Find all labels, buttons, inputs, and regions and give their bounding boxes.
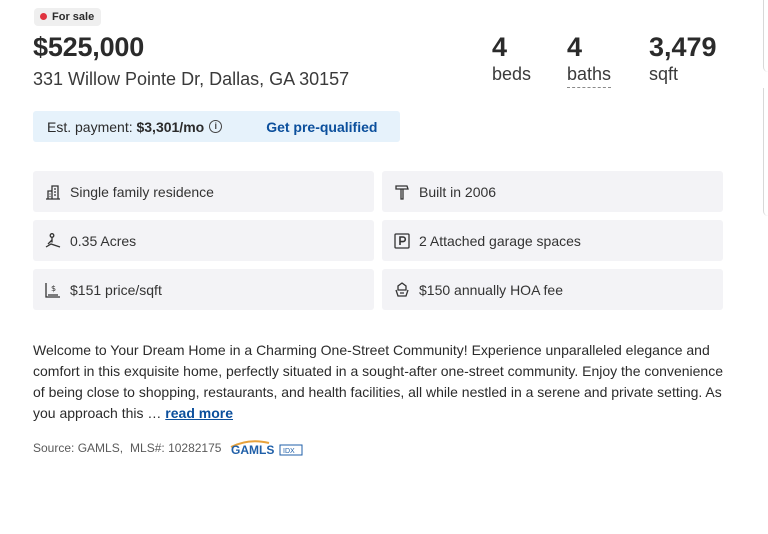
side-panel-edge (763, 0, 768, 72)
stat-baths[interactable]: 4 baths (567, 32, 649, 88)
listing-summary: For sale $525,000 331 Willow Pointe Dr, … (33, 7, 723, 457)
payment-prefix: Est. payment: (47, 118, 137, 135)
side-panel-edge (763, 88, 768, 216)
facts-grid: Single family residence Built in 2006 0.… (33, 171, 723, 310)
description-text: Welcome to Your Dream Home in a Charming… (33, 342, 723, 421)
fact-item: $150 annually HOA fee (382, 269, 723, 310)
info-icon[interactable]: i (209, 120, 223, 133)
stat-beds-label: beds (492, 63, 532, 84)
fact-item: $ $151 price/sqft (33, 269, 374, 310)
listing-description: Welcome to Your Dream Home in a Charming… (33, 340, 728, 424)
parking-icon (392, 231, 412, 251)
get-prequalified-link[interactable]: Get pre-qualified (266, 119, 377, 135)
acres-icon (43, 231, 63, 251)
building-icon (43, 182, 63, 202)
hammer-icon (392, 182, 412, 202)
stats: 4 beds 4 baths 3,479 sqft (492, 32, 717, 88)
status-dot-icon (40, 13, 47, 20)
stat-beds-value: 4 (492, 31, 508, 62)
payment-bar: Est. payment: $3,301/mo i Get pre-qualif… (33, 111, 400, 142)
fact-item: Built in 2006 (382, 171, 723, 212)
fact-text: 2 Attached garage spaces (419, 232, 581, 249)
fact-item: 2 Attached garage spaces (382, 220, 723, 261)
payment-estimate: Est. payment: $3,301/mo (47, 119, 204, 135)
stat-beds: 4 beds (492, 32, 567, 88)
status-badge: For sale (34, 7, 102, 26)
payment-amount: $3,301/mo (136, 118, 205, 135)
svg-text:$: $ (51, 284, 56, 293)
fact-text: Single family residence (70, 183, 214, 200)
status-label: For sale (52, 10, 95, 23)
mls-number: MLS#: 10282175 (130, 441, 222, 455)
stat-baths-label[interactable]: baths (567, 63, 612, 88)
stat-sqft-value: 3,479 (649, 31, 717, 62)
hoa-icon (392, 280, 412, 300)
listing-source: Source: GAMLS, MLS#: 10282175 GAMLS IDX (33, 438, 305, 458)
logo-badge: IDX (283, 448, 295, 455)
fact-text: 0.35 Acres (70, 232, 137, 249)
fact-item: 0.35 Acres (33, 220, 374, 261)
listing-price: $525,000 (33, 31, 145, 62)
read-more-link[interactable]: read more (165, 405, 233, 421)
stat-sqft-label: sqft (649, 63, 679, 84)
fact-text: $150 annually HOA fee (419, 281, 563, 298)
gamls-logo: GAMLS IDX (229, 438, 305, 458)
fact-text: $151 price/sqft (70, 281, 162, 298)
stat-baths-value: 4 (567, 31, 583, 62)
logo-text: GAMLS (231, 443, 274, 457)
fact-item: Single family residence (33, 171, 374, 212)
listing-address: 331 Willow Pointe Dr, Dallas, GA 30157 (33, 68, 350, 89)
price-per-sqft-icon: $ (43, 280, 63, 300)
source-text: Source: GAMLS, (33, 441, 124, 455)
stat-sqft: 3,479 sqft (649, 32, 717, 88)
fact-text: Built in 2006 (419, 183, 497, 200)
header-row: $525,000 331 Willow Pointe Dr, Dallas, G… (33, 32, 723, 102)
